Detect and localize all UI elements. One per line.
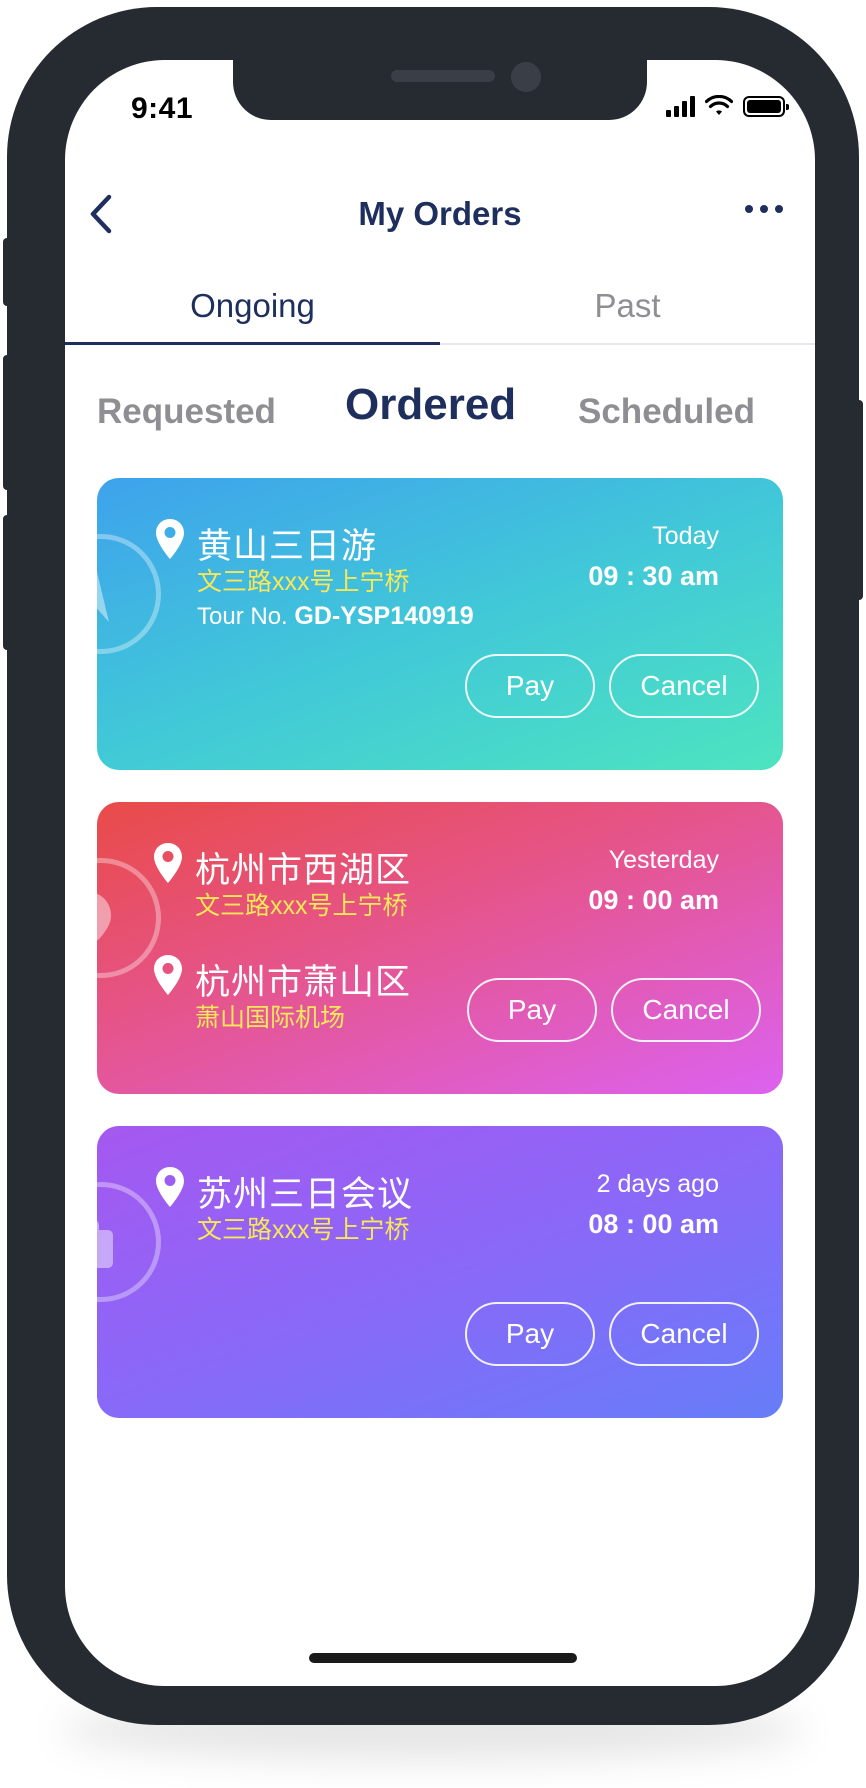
cancel-button[interactable]: Cancel [609,1302,759,1366]
subtab-requested[interactable]: Requested [97,392,276,432]
pay-button[interactable]: Pay [465,654,595,718]
origin-address: 文三路xxx号上宁桥 [195,892,408,920]
wifi-icon [705,95,733,115]
destination-address: 萧山国际机场 [195,1004,346,1032]
compass-icon [97,572,109,622]
destination-pin-icon [154,955,182,995]
tour-number-value: GD-YSP140919 [294,602,474,630]
page-title: My Orders [358,195,522,232]
more-options-icon[interactable] [745,205,783,213]
speaker-grille [391,70,495,82]
location-pin-icon [156,1167,184,1207]
phone-frame: 9:41 My Orders Ongoing Past Requested Or… [7,7,859,1725]
place-address: 文三路xxx号上宁桥 [197,1216,410,1244]
location-pin-icon [156,519,184,559]
screen: 9:41 My Orders Ongoing Past Requested Or… [65,60,815,1686]
subtab-ordered[interactable]: Ordered [345,380,516,430]
place-address: 文三路xxx号上宁桥 [197,568,410,596]
order-date: Today [652,522,719,550]
subtab-scheduled[interactable]: Scheduled [578,392,755,432]
notch [233,60,647,120]
order-time: 09 : 30 am [588,561,719,591]
order-card[interactable]: 杭州市西湖区 文三路xxx号上宁桥 杭州市萧山区 萧山国际机场 Yesterda… [97,802,783,1094]
tab-past[interactable]: Past [440,275,815,345]
tab-ongoing[interactable]: Ongoing [65,275,440,345]
briefcase-icon [97,1221,113,1268]
front-camera [511,62,541,92]
tour-number-label: Tour No. [197,603,288,630]
order-date: 2 days ago [596,1170,719,1198]
cellular-signal-icon [666,95,695,117]
order-time: 09 : 00 am [588,885,719,915]
cancel-button[interactable]: Cancel [611,978,761,1042]
cancel-button[interactable]: Cancel [609,654,759,718]
navigation-bar: My Orders [65,175,815,255]
origin-pin-icon [154,843,182,883]
pay-button[interactable]: Pay [467,978,597,1042]
order-card[interactable]: 苏州三日会议 文三路xxx号上宁桥 2 days ago 08 : 00 am … [97,1126,783,1418]
pay-button[interactable]: Pay [465,1302,595,1366]
battery-icon [743,96,789,117]
location-pin-icon [97,893,111,942]
tour-number: Tour No. GD-YSP140919 [197,602,474,631]
order-time: 08 : 00 am [588,1209,719,1239]
order-date: Yesterday [608,846,719,874]
tab-bar: Ongoing Past [65,275,815,345]
home-indicator[interactable] [309,1653,577,1663]
status-icons [666,95,789,117]
order-card[interactable]: 黄山三日游 文三路xxx号上宁桥 Tour No. GD-YSP140919 T… [97,478,783,770]
status-time: 9:41 [131,92,194,125]
order-status-filter: Requested Ordered Scheduled [65,380,815,440]
